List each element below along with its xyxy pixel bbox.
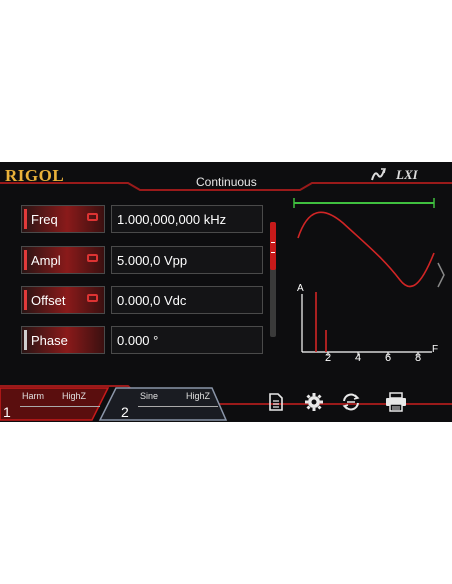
param-indicator	[24, 330, 27, 350]
channel-number: 2	[121, 404, 129, 420]
param-offset-button[interactable]: Offset	[21, 286, 105, 314]
link-icon[interactable]	[87, 213, 98, 221]
param-label: Freq	[31, 212, 58, 227]
channel-waveform: Sine	[140, 391, 159, 401]
x-ticks	[327, 352, 419, 356]
param-indicator	[24, 209, 27, 229]
param-freq-button[interactable]: Freq	[21, 205, 105, 233]
sync-icon[interactable]	[340, 392, 360, 412]
link-icon[interactable]	[87, 254, 98, 262]
ampl-value-field[interactable]: 5.000,0 Vpp	[111, 246, 263, 274]
param-value: 1.000,000,000 kHz	[117, 212, 227, 227]
param-label: Phase	[31, 333, 68, 348]
x-axis-label: F	[432, 344, 439, 355]
generator-screen: RIGOL Continuous LXI Freq 1.000,000,000 …	[0, 162, 452, 422]
param-value: 5.000,0 Vpp	[117, 253, 188, 268]
param-label: Ampl	[31, 253, 61, 268]
param-label: Offset	[31, 293, 66, 308]
param-value: 0.000,0 Vdc	[117, 293, 187, 308]
x-tick-label: 2	[325, 352, 332, 364]
channel-2-tab[interactable]: 2 Sine HighZ	[118, 386, 222, 420]
param-value: 0.000 °	[117, 333, 159, 348]
param-phase-button[interactable]: Phase	[21, 326, 105, 354]
param-ampl-button[interactable]: Ampl	[21, 246, 105, 274]
channel-waveform: Harm	[22, 391, 44, 401]
y-axis-label: A	[297, 283, 304, 294]
freq-value-field[interactable]: 1.000,000,000 kHz	[111, 205, 263, 233]
param-indicator	[24, 250, 27, 270]
phase-value-field[interactable]: 0.000 °	[111, 326, 263, 354]
param-indicator	[24, 290, 27, 310]
scrollbar-grip	[271, 242, 275, 253]
channel-1-tab[interactable]: 1 Harm HighZ	[0, 386, 104, 420]
offset-value-field[interactable]: 0.000,0 Vdc	[111, 286, 263, 314]
channel-impedance: HighZ	[62, 391, 87, 401]
link-icon[interactable]	[87, 294, 98, 302]
printer-icon[interactable]	[385, 392, 406, 412]
gear-icon[interactable]	[304, 392, 324, 412]
channel-underline	[20, 406, 100, 407]
x-tick-label: 8	[415, 352, 422, 364]
file-icon[interactable]	[266, 392, 286, 412]
channel-number: 1	[3, 404, 11, 420]
header-decoration	[0, 182, 452, 191]
channel-underline	[138, 406, 218, 407]
channel-impedance: HighZ	[186, 391, 211, 401]
x-tick-label: 4	[355, 352, 362, 364]
x-tick-label: 6	[385, 352, 392, 364]
